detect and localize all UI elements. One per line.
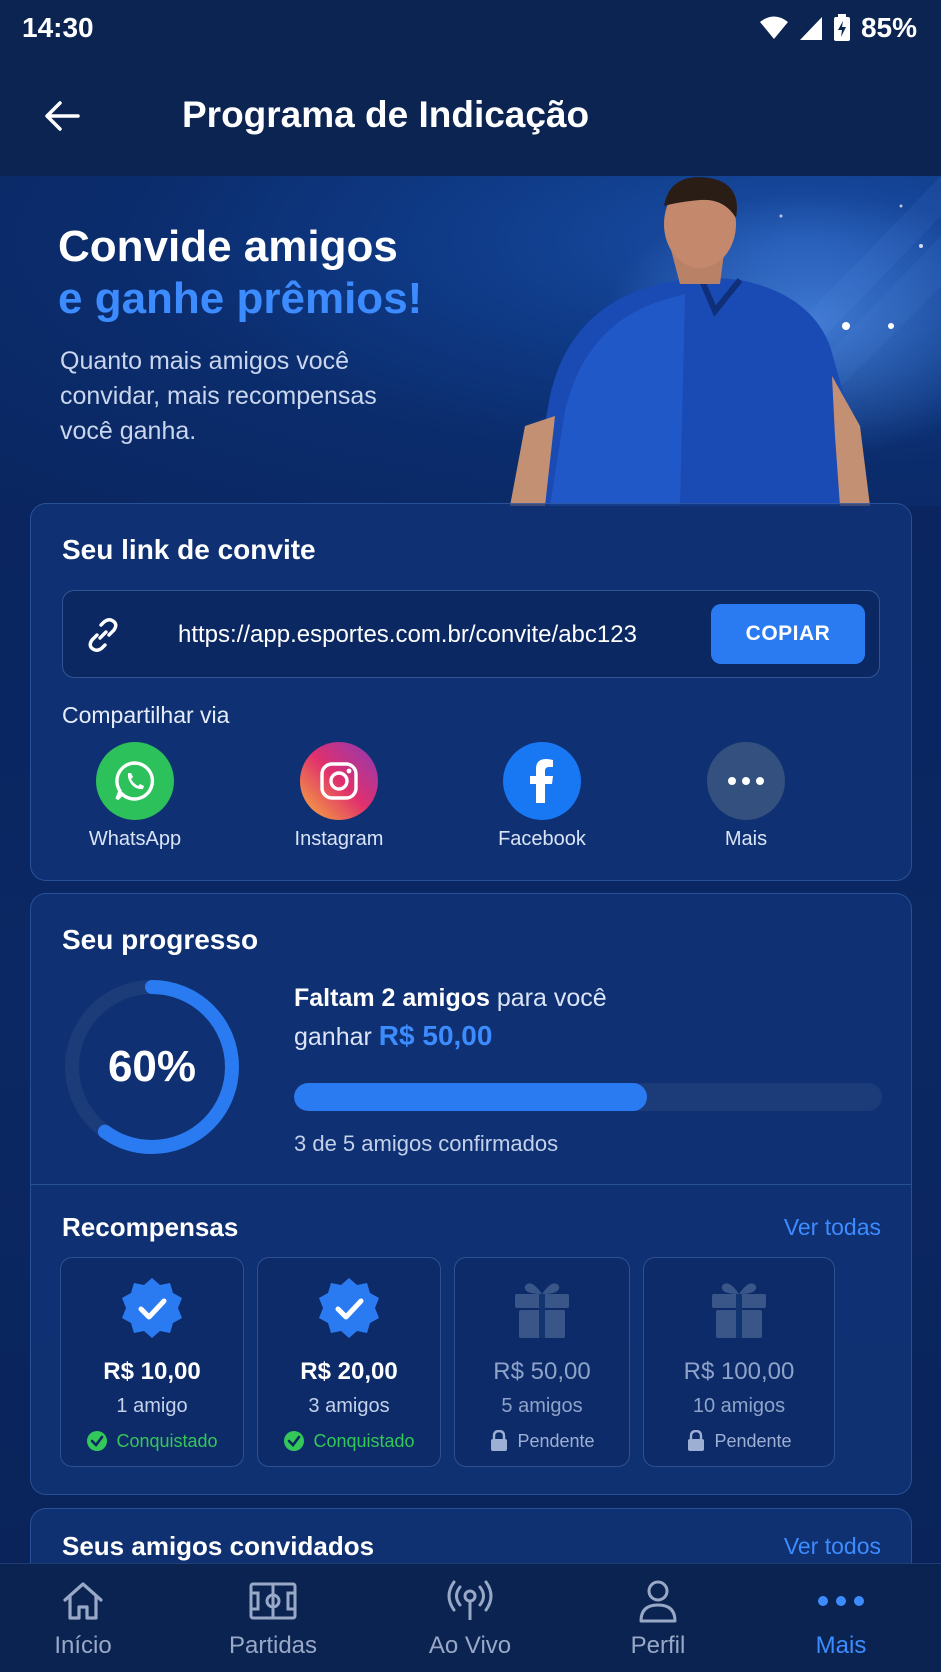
lock-icon <box>491 1430 508 1451</box>
share-facebook-label: Facebook <box>498 828 586 850</box>
reward-friends: 5 amigos <box>501 1395 583 1417</box>
verified-badge-icon <box>61 1276 243 1346</box>
field-icon <box>198 1576 348 1626</box>
reward-amount: R$ 100,00 <box>683 1358 795 1385</box>
reward-status: Conquistado <box>61 1430 243 1452</box>
nav-label: Ao Vivo <box>428 1632 512 1659</box>
reward-friends: 10 amigos <box>692 1395 786 1417</box>
lock-icon <box>688 1430 705 1451</box>
reward-card[interactable]: R$ 50,00 5 amigos Pendente <box>454 1257 630 1467</box>
invite-card: Seu link de convite https://app.esportes… <box>30 503 912 881</box>
share-facebook[interactable]: Facebook <box>482 742 602 851</box>
friends-heading: Seus amigos convidados <box>62 1531 375 1561</box>
share-instagram-label: Instagram <box>294 828 384 850</box>
reward-status-label: Pendente <box>517 1430 595 1451</box>
progress-missing-text: Faltam 2 amigos para você <box>294 984 607 1013</box>
link-icon <box>88 618 118 652</box>
rewards-see-all-link[interactable]: Ver todas <box>784 1214 881 1241</box>
hero-title-line2: e ganhe prêmios! <box>58 274 423 323</box>
share-more-label: Mais <box>724 828 768 850</box>
progress-confirmed-count: 3 de 5 amigos confirmados <box>294 1131 559 1156</box>
progress-missing-bold: Faltam 2 amigos <box>294 984 490 1012</box>
share-label: Compartilhar via <box>62 702 230 728</box>
reward-amount: R$ 20,00 <box>300 1358 398 1385</box>
reward-card[interactable]: R$ 100,00 10 amigos Pendente <box>643 1257 835 1467</box>
friends-see-all-link[interactable]: Ver todos <box>784 1533 881 1560</box>
app-bar: Programa de Indicação <box>0 56 941 176</box>
invite-link-text[interactable]: https://app.esportes.com.br/convite/abc1… <box>178 621 637 649</box>
reward-friends: 3 amigos <box>308 1395 390 1417</box>
nav-label: Início <box>54 1632 112 1659</box>
verified-badge-icon <box>258 1276 440 1346</box>
more-icon <box>707 742 785 820</box>
check-circle-icon <box>284 1431 305 1451</box>
nav-item-perfil[interactable]: Perfil <box>583 1576 733 1660</box>
reward-status: Conquistado <box>258 1430 440 1452</box>
divider <box>31 1184 911 1185</box>
copy-button[interactable]: COPIAR <box>711 604 865 664</box>
reward-card[interactable]: R$ 10,00 1 amigo Conquistado <box>60 1257 244 1467</box>
user-icon <box>583 1576 733 1626</box>
check-circle-icon <box>87 1431 108 1451</box>
reward-status-label: Conquistado <box>313 1430 415 1451</box>
back-button[interactable] <box>36 94 88 138</box>
reward-friends: 1 amigo <box>116 1395 188 1417</box>
rewards-heading: Recompensas <box>62 1212 239 1242</box>
hero-title-line1: Convide amigos <box>58 222 398 271</box>
status-bar: 14:30 85% <box>0 0 941 56</box>
progress-percent: 60% <box>107 1042 197 1091</box>
facebook-icon <box>503 742 581 820</box>
gift-icon <box>455 1276 629 1346</box>
progress-missing-rest: para você <box>489 984 607 1012</box>
battery-level: 85% <box>860 12 917 43</box>
progress-bar-fill <box>294 1083 647 1111</box>
home-icon <box>8 1576 158 1626</box>
reward-amount: R$ 50,00 <box>493 1358 591 1385</box>
invite-heading: Seu link de convite <box>62 534 316 565</box>
bottom-navigation: Início Partidas Ao Vivo Perfil Mais <box>0 1563 941 1672</box>
status-indicators: 85% <box>759 12 917 44</box>
status-time: 14:30 <box>22 12 94 43</box>
reward-status-label: Pendente <box>714 1430 792 1451</box>
nav-label: Mais <box>815 1632 867 1659</box>
nav-item-partidas[interactable]: Partidas <box>198 1576 348 1660</box>
referral-page: 14:30 85% Programa de Indicação Convide … <box>0 0 941 1672</box>
whatsapp-icon <box>96 742 174 820</box>
reward-card[interactable]: R$ 20,00 3 amigos Conquistado <box>257 1257 441 1467</box>
progress-win-text: ganhar R$ 50,00 <box>294 1020 492 1052</box>
gift-icon <box>644 1276 834 1346</box>
progress-win-prefix: ganhar <box>294 1023 379 1051</box>
share-whatsapp[interactable]: WhatsApp <box>75 742 195 851</box>
football-player-image <box>510 177 870 506</box>
hero-subtitle: Quanto mais amigos você convidar, mais r… <box>60 347 377 445</box>
signal-icon <box>799 17 822 40</box>
nav-item-mais[interactable]: Mais <box>766 1576 916 1660</box>
wifi-icon <box>759 16 788 39</box>
nav-item-inicio[interactable]: Início <box>8 1576 158 1660</box>
battery-icon <box>833 14 850 41</box>
share-instagram[interactable]: Instagram <box>279 742 399 851</box>
invite-link-box: https://app.esportes.com.br/convite/abc1… <box>62 590 880 678</box>
live-icon <box>395 1576 545 1626</box>
nav-item-ao-vivo[interactable]: Ao Vivo <box>395 1576 545 1660</box>
reward-status: Pendente <box>644 1430 834 1452</box>
arrow-left-icon <box>45 101 80 131</box>
reward-status-label: Conquistado <box>116 1430 218 1451</box>
more-icon <box>766 1576 916 1626</box>
reward-status: Pendente <box>455 1430 629 1452</box>
nav-label: Partidas <box>228 1632 318 1659</box>
share-whatsapp-label: WhatsApp <box>88 828 182 850</box>
hero-banner: Convide amigos e ganhe prêmios! Quanto m… <box>0 176 941 506</box>
page-title: Programa de Indicação <box>182 94 590 135</box>
progress-bar <box>294 1083 882 1111</box>
share-more[interactable]: Mais <box>686 742 806 851</box>
nav-label: Perfil <box>630 1632 686 1659</box>
reward-amount: R$ 10,00 <box>103 1358 201 1385</box>
progress-heading: Seu progresso <box>62 924 259 955</box>
progress-win-amount: R$ 50,00 <box>378 1020 493 1051</box>
instagram-icon <box>300 742 378 820</box>
progress-card: Seu progresso 60% Faltam 2 amigos para v… <box>30 893 912 1495</box>
